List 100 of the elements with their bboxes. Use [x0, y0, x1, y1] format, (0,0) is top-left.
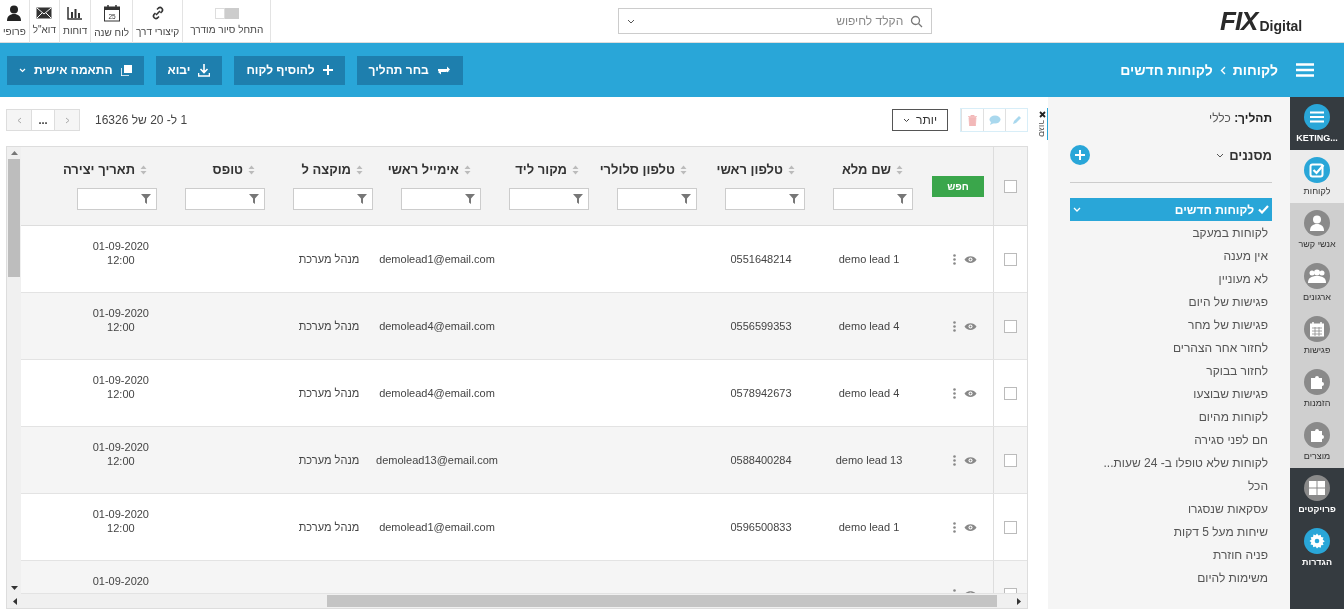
- filter-item[interactable]: פגישות של מחר: [1070, 313, 1272, 336]
- filters-toggle[interactable]: מסננים: [1216, 147, 1272, 163]
- filter-icon: [789, 194, 799, 204]
- close-panel-tab[interactable]: סגור: [1037, 108, 1048, 140]
- column-header[interactable]: טלפון ראשי: [716, 162, 783, 177]
- scroll-down-icon[interactable]: [10, 586, 18, 590]
- action-button[interactable]: להוסיף לקוח: [234, 55, 345, 85]
- caret-icon[interactable]: [627, 19, 636, 24]
- more-dropdown[interactable]: יותר: [892, 109, 948, 131]
- table-cell: demo lead 4: [838, 320, 900, 332]
- row-checkbox[interactable]: [1004, 252, 1017, 266]
- menu-icon[interactable]: [1296, 63, 1314, 77]
- nav-item[interactable]: לקוחות: [1290, 150, 1344, 203]
- sort-icon[interactable]: [680, 164, 687, 175]
- column-filter-field[interactable]: [77, 188, 157, 210]
- filter-item[interactable]: לחזור בבוקר: [1070, 359, 1272, 382]
- nav-item[interactable]: אנשי קשר: [1290, 203, 1344, 256]
- filter-item[interactable]: אין מענה: [1070, 244, 1272, 267]
- column-filter-field[interactable]: [617, 188, 697, 210]
- logo-text: Digital: [1259, 18, 1303, 34]
- scroll-thumb[interactable]: [8, 159, 20, 277]
- filter-icon: [897, 194, 907, 204]
- column-header[interactable]: טלפון סלולרי: [599, 162, 675, 177]
- kebab-menu-icon[interactable]: [953, 320, 956, 332]
- sort-icon[interactable]: [464, 164, 471, 175]
- column-filter-field[interactable]: [509, 188, 589, 210]
- kebab-menu-icon[interactable]: [953, 454, 956, 466]
- horizontal-scrollbar[interactable]: [7, 593, 1027, 608]
- nav-item[interactable]: ארגונים: [1290, 256, 1344, 309]
- row-checkbox[interactable]: [1004, 453, 1017, 467]
- nav-item[interactable]: מוצרים: [1290, 415, 1344, 468]
- table-cell: מנהל מערכת: [298, 387, 360, 399]
- filter-item[interactable]: פגישות של היום: [1070, 290, 1272, 313]
- scroll-right-icon[interactable]: [1017, 597, 1021, 605]
- bar-chart-icon: [67, 6, 84, 20]
- column-header[interactable]: תאריך יצירה: [62, 162, 135, 177]
- action-button[interactable]: בחר תהליך: [356, 55, 463, 85]
- filter-item[interactable]: חם לפני סגירה: [1070, 428, 1272, 451]
- column-filter-field[interactable]: [293, 188, 373, 210]
- eye-icon[interactable]: [964, 455, 977, 465]
- search-field[interactable]: הקלד לחיפוש: [618, 8, 933, 34]
- filter-item[interactable]: לקוחות שלא טופלו ב- 24 שעות...: [1070, 451, 1272, 474]
- sort-icon[interactable]: [356, 164, 363, 175]
- column-filter-field[interactable]: [725, 188, 805, 210]
- kebab-menu-icon[interactable]: [953, 521, 956, 533]
- filter-item[interactable]: פניה חוזרת: [1070, 543, 1272, 566]
- row-checkbox[interactable]: [1004, 386, 1017, 400]
- filter-item[interactable]: לקוחות במעקב: [1070, 221, 1272, 244]
- row-checkbox[interactable]: [1004, 319, 1017, 333]
- sort-icon[interactable]: [788, 164, 795, 175]
- column-filter-field[interactable]: [833, 188, 913, 210]
- kebab-menu-icon[interactable]: [953, 253, 956, 265]
- kebab-menu-icon[interactable]: [953, 387, 956, 399]
- eye-icon[interactable]: [964, 254, 977, 264]
- action-button[interactable]: התאמה אישית: [7, 55, 144, 85]
- action-button[interactable]: יבוא: [155, 55, 223, 85]
- row-checkbox[interactable]: [1004, 520, 1017, 534]
- add-filter-button[interactable]: [1070, 145, 1090, 165]
- vertical-scrollbar[interactable]: [7, 147, 21, 594]
- toolbar-button[interactable]: דוחות: [60, 0, 92, 43]
- nav-item[interactable]: הזמנות: [1290, 362, 1344, 415]
- checkmark-icon: [1258, 205, 1269, 214]
- column-header[interactable]: טופס: [212, 162, 243, 177]
- column-header[interactable]: אימייל ראשי: [387, 162, 459, 177]
- column-filter-field[interactable]: [401, 188, 481, 210]
- scroll-left-icon[interactable]: [13, 597, 17, 605]
- table-cell: demo lead 13: [835, 454, 903, 466]
- filter-item[interactable]: לחזור אחר הצהרים: [1070, 336, 1272, 359]
- scroll-thumb[interactable]: [327, 595, 997, 607]
- filter-item[interactable]: עסקאות שנסגרו: [1070, 497, 1272, 520]
- chevron-down-icon[interactable]: [1073, 207, 1081, 212]
- sort-icon[interactable]: [572, 164, 579, 175]
- filter-item[interactable]: פגישות שבוצעו: [1070, 382, 1272, 405]
- toolbar-button[interactable]: דוא"ל: [29, 0, 60, 43]
- sort-icon[interactable]: [248, 164, 255, 175]
- table-cell: 0588400284: [730, 454, 792, 466]
- filter-item[interactable]: הכל: [1070, 474, 1272, 497]
- tour-toggle[interactable]: התחל סיור מודרך: [183, 0, 272, 43]
- column-header[interactable]: מקור ליד: [515, 162, 567, 177]
- filter-icon: [357, 194, 367, 204]
- page-ellipsis-button[interactable]: ...: [31, 110, 55, 130]
- toolbar-button[interactable]: פרופי: [0, 0, 30, 43]
- sort-icon[interactable]: [896, 164, 903, 175]
- select-all-checkbox[interactable]: [1004, 179, 1017, 193]
- nav-item[interactable]: פגישות: [1290, 309, 1344, 362]
- scroll-up-icon[interactable]: [10, 151, 18, 155]
- eye-icon[interactable]: [964, 321, 977, 331]
- table-cell: 0556599353: [730, 320, 792, 332]
- plus-icon: [1075, 150, 1085, 160]
- filter-item[interactable]: משימות להיום: [1070, 566, 1272, 589]
- filter-item[interactable]: שיחות מעל 5 דקות: [1070, 520, 1272, 543]
- column-header[interactable]: מוקצה ל: [301, 162, 351, 177]
- eye-icon[interactable]: [964, 522, 977, 532]
- column-filter-field[interactable]: [185, 188, 265, 210]
- toolbar-button[interactable]: קיצורי דרך: [133, 0, 184, 43]
- eye-icon[interactable]: [964, 388, 977, 398]
- column-header[interactable]: שם מלא: [841, 162, 891, 177]
- filter-item[interactable]: לקוחות מהיום: [1070, 405, 1272, 428]
- filter-item[interactable]: לא מעוניין: [1070, 267, 1272, 290]
- sort-icon[interactable]: [140, 164, 147, 175]
